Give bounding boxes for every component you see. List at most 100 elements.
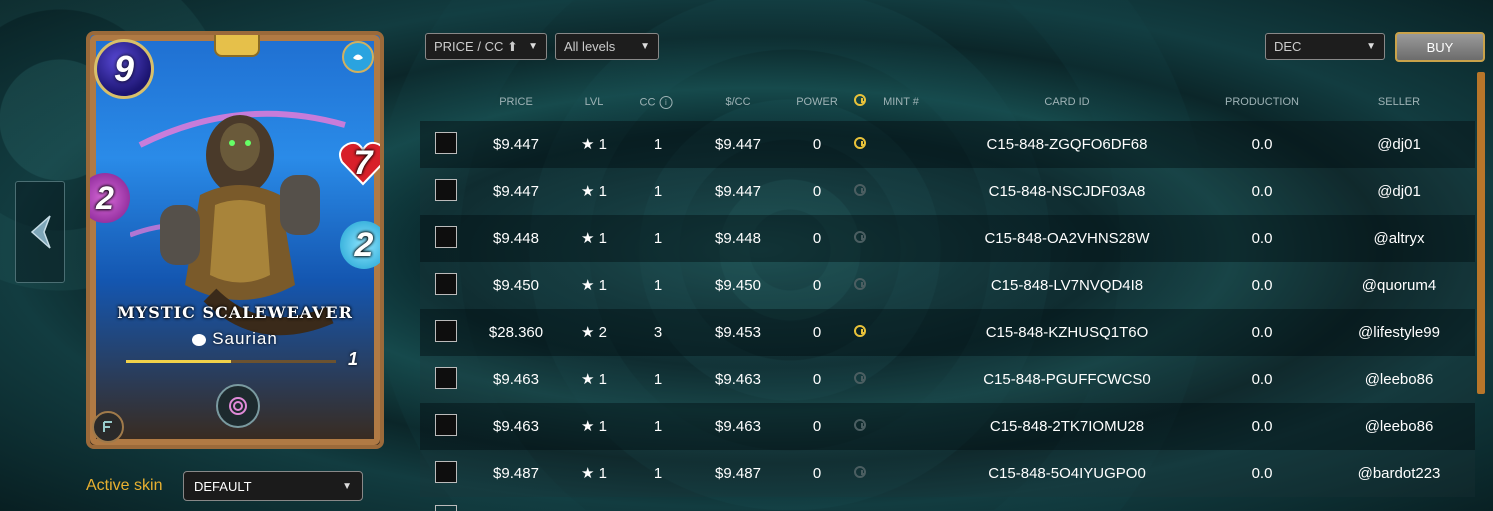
level-cell: ★ 1 xyxy=(581,465,607,482)
card-id-cell[interactable]: C15-848-5O4IYUGPO0 xyxy=(988,450,1146,497)
price-per-cc-cell: $9.463 xyxy=(715,418,761,435)
level-select[interactable]: All levels ▼ xyxy=(555,33,659,60)
health-stat: 7 xyxy=(338,140,380,186)
currency-select[interactable]: DEC ▼ xyxy=(1265,33,1385,60)
speed-value: 2 xyxy=(354,225,374,264)
row-checkbox[interactable] xyxy=(435,320,457,342)
row-checkbox[interactable] xyxy=(435,273,457,295)
level-select-value: All levels xyxy=(564,39,616,54)
table-row[interactable]: $9.447 ★ 1 1 $9.447 0 C15-848-NSCJDF03A8 0.0 @d… xyxy=(420,168,1475,215)
info-icon[interactable]: i xyxy=(659,96,673,109)
price-cell: $9.447 xyxy=(493,183,539,200)
price-cell: $9.463 xyxy=(493,371,539,388)
table-row[interactable]: $9.487 ★ 1 1 $9.487 0 C15-848-5O4IYUGPO0 0.0 @b… xyxy=(420,450,1475,497)
seller-cell[interactable]: @dj01 xyxy=(1377,168,1421,215)
card-id-cell[interactable]: C15-848-OA2VHNS28W xyxy=(984,215,1149,262)
chevron-down-icon: ▼ xyxy=(1366,41,1376,52)
currency-select-value: DEC xyxy=(1274,39,1302,54)
col-seller[interactable]: SELLER xyxy=(1378,96,1420,108)
clock-icon xyxy=(854,231,866,243)
price-per-cc-cell: $9.448 xyxy=(715,230,761,247)
table-row[interactable]: $9.447 ★ 1 1 $9.447 0 C15-848-ZGQFO6DF68 0.0 @d… xyxy=(420,121,1475,168)
row-checkbox[interactable] xyxy=(435,414,457,436)
water-element-icon xyxy=(342,41,374,73)
table-row[interactable]: $9.450 ★ 1 1 $9.450 0 C15-848-LV7NVQD4I8 0.0 @q… xyxy=(420,262,1475,309)
scrollbar[interactable] xyxy=(1477,72,1485,394)
level-cell: ★ 1 xyxy=(581,277,607,294)
row-checkbox[interactable] xyxy=(435,461,457,483)
chevron-left-icon xyxy=(30,215,51,249)
power-cell: 0 xyxy=(812,183,822,200)
col-production[interactable]: PRODUCTION xyxy=(1225,96,1299,108)
seller-cell[interactable]: @bardot223 xyxy=(1358,450,1441,497)
clock-icon xyxy=(854,94,866,106)
price-cell: $9.447 xyxy=(493,136,539,153)
price-cell: $28.360 xyxy=(488,324,544,341)
previous-card-button[interactable] xyxy=(15,181,65,283)
chevron-down-icon: ▼ xyxy=(342,480,352,492)
clock-icon xyxy=(854,137,866,149)
row-checkbox[interactable] xyxy=(435,132,457,154)
chevron-down-icon: ▼ xyxy=(528,41,538,52)
sort-select-value: PRICE / CC ⬆ xyxy=(434,38,518,54)
col-price[interactable]: PRICE xyxy=(499,96,533,108)
price-per-cc-cell: $9.463 xyxy=(715,371,761,388)
col-card-id[interactable]: CARD ID xyxy=(1044,96,1089,108)
power-cell: 0 xyxy=(812,136,822,153)
price-per-cc-cell: $9.453 xyxy=(715,324,761,341)
power-cell: 0 xyxy=(812,277,822,294)
seller-cell[interactable]: @dj01 xyxy=(1377,121,1421,168)
clock-icon xyxy=(854,419,866,431)
seller-cell[interactable]: @lifestyle99 xyxy=(1358,309,1440,356)
card-id-cell[interactable]: C15-848-KZHUSQ1T6O xyxy=(986,309,1149,356)
magic-value: 2 xyxy=(96,179,114,216)
price-per-cc-cell: $9.447 xyxy=(715,136,761,153)
price-per-cc-cell: $9.487 xyxy=(715,465,761,482)
card-id-cell[interactable]: C15-848-ZGQFO6DF68 xyxy=(987,121,1148,168)
cc-cell: 1 xyxy=(653,465,663,482)
seller-cell[interactable]: @leebo86 xyxy=(1365,356,1434,403)
cc-cell: 1 xyxy=(653,371,663,388)
col-lvl[interactable]: LVL xyxy=(585,96,604,108)
clock-icon xyxy=(854,466,866,478)
row-checkbox[interactable] xyxy=(435,179,457,201)
col-cc[interactable]: CC i xyxy=(640,96,673,109)
skin-select[interactable]: DEFAULT ▼ xyxy=(183,471,363,501)
col-power[interactable]: POWER xyxy=(796,96,838,108)
col-per-cc[interactable]: $/CC xyxy=(725,96,750,108)
row-checkbox[interactable] xyxy=(435,367,457,389)
seller-cell[interactable]: @quorum4 xyxy=(1362,262,1436,309)
col-clock[interactable] xyxy=(854,94,866,109)
cc-cell: 1 xyxy=(653,230,663,247)
table-row[interactable]: $9.463 ★ 1 1 $9.463 0 C15-848-PGUFFCWCS0 0.0 @l… xyxy=(420,356,1475,403)
rarity-gem xyxy=(214,35,260,57)
seller-cell[interactable]: @altryx xyxy=(1373,215,1424,262)
cc-cell: 3 xyxy=(653,324,663,341)
buy-button[interactable]: BUY xyxy=(1395,32,1485,62)
active-skin-label: Active skin xyxy=(86,477,163,494)
card-image: 9 7 2 2 MYSTIC SCALEWEAVER Saurian 1 xyxy=(86,31,384,449)
table-row[interactable]: $9.448 ★ 1 1 $9.448 0 C15-848-OA2VHNS28W 0.0 @a… xyxy=(420,215,1475,262)
mana-cost: 9 xyxy=(94,39,154,99)
level-cell: ★ 1 xyxy=(581,183,607,200)
production-cell: 0.0 xyxy=(1251,277,1273,294)
card-type-label: Saurian xyxy=(212,329,278,348)
card-id-cell[interactable]: C15-848-PGUFFCWCS0 xyxy=(983,356,1151,403)
level-cell: ★ 1 xyxy=(581,418,607,435)
table-row[interactable]: $9.463 ★ 1 1 $9.463 0 C15-848-2TK7IOMU28 0.0 @l… xyxy=(420,403,1475,450)
saurian-icon xyxy=(192,333,207,346)
sort-select[interactable]: PRICE / CC ⬆ ▼ xyxy=(425,33,547,60)
row-checkbox[interactable] xyxy=(435,505,457,511)
col-mint[interactable]: MINT # xyxy=(883,96,919,108)
card-id-cell[interactable]: C15-848-LV7NVQD4I8 xyxy=(991,262,1143,309)
card-id-cell[interactable]: C15-848-2TK7IOMU28 xyxy=(990,403,1144,450)
cc-cell: 1 xyxy=(653,418,663,435)
cc-cell: 1 xyxy=(653,136,663,153)
ability-icon xyxy=(216,384,260,428)
production-cell: 0.0 xyxy=(1251,465,1273,482)
seller-cell[interactable]: @leebo86 xyxy=(1365,403,1434,450)
level-cell: ★ 1 xyxy=(581,371,607,388)
row-checkbox[interactable] xyxy=(435,226,457,248)
table-row[interactable]: $28.360 ★ 2 3 $9.453 0 C15-848-KZHUSQ1T6O 0.0 @… xyxy=(420,309,1475,356)
card-id-cell[interactable]: C15-848-NSCJDF03A8 xyxy=(989,168,1146,215)
